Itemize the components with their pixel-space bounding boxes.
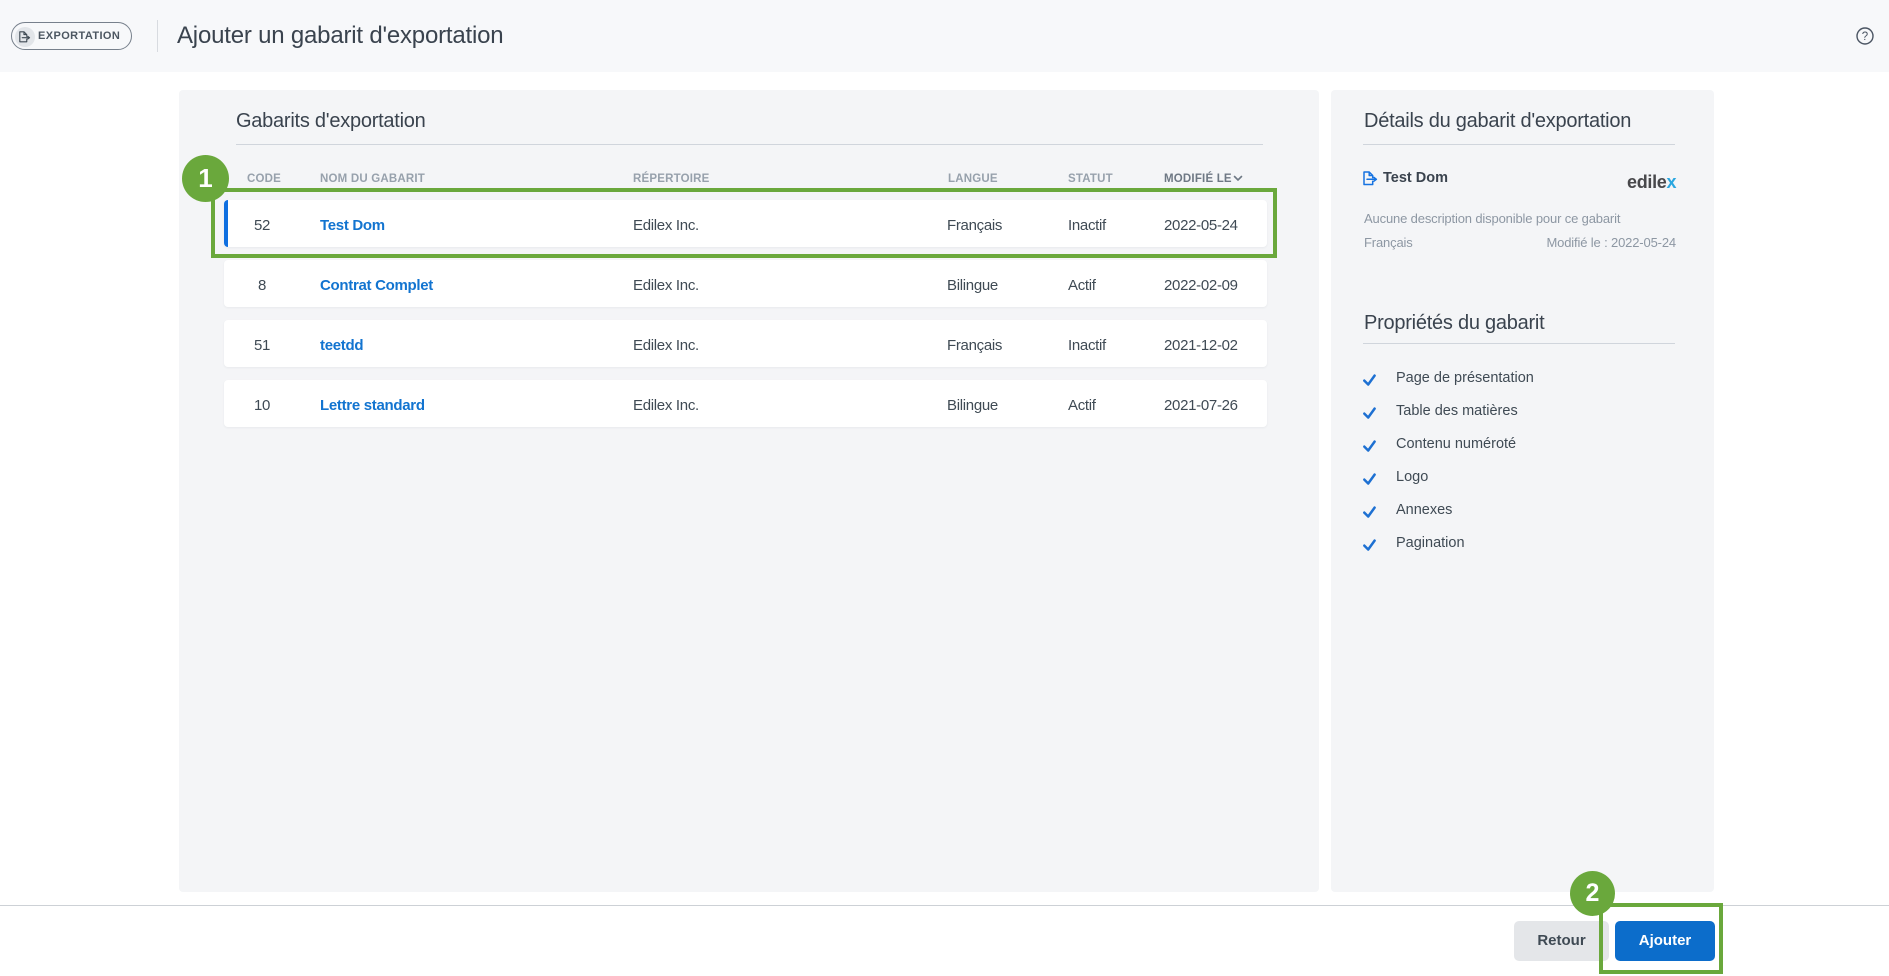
svg-text:?: ? <box>1862 31 1868 43</box>
